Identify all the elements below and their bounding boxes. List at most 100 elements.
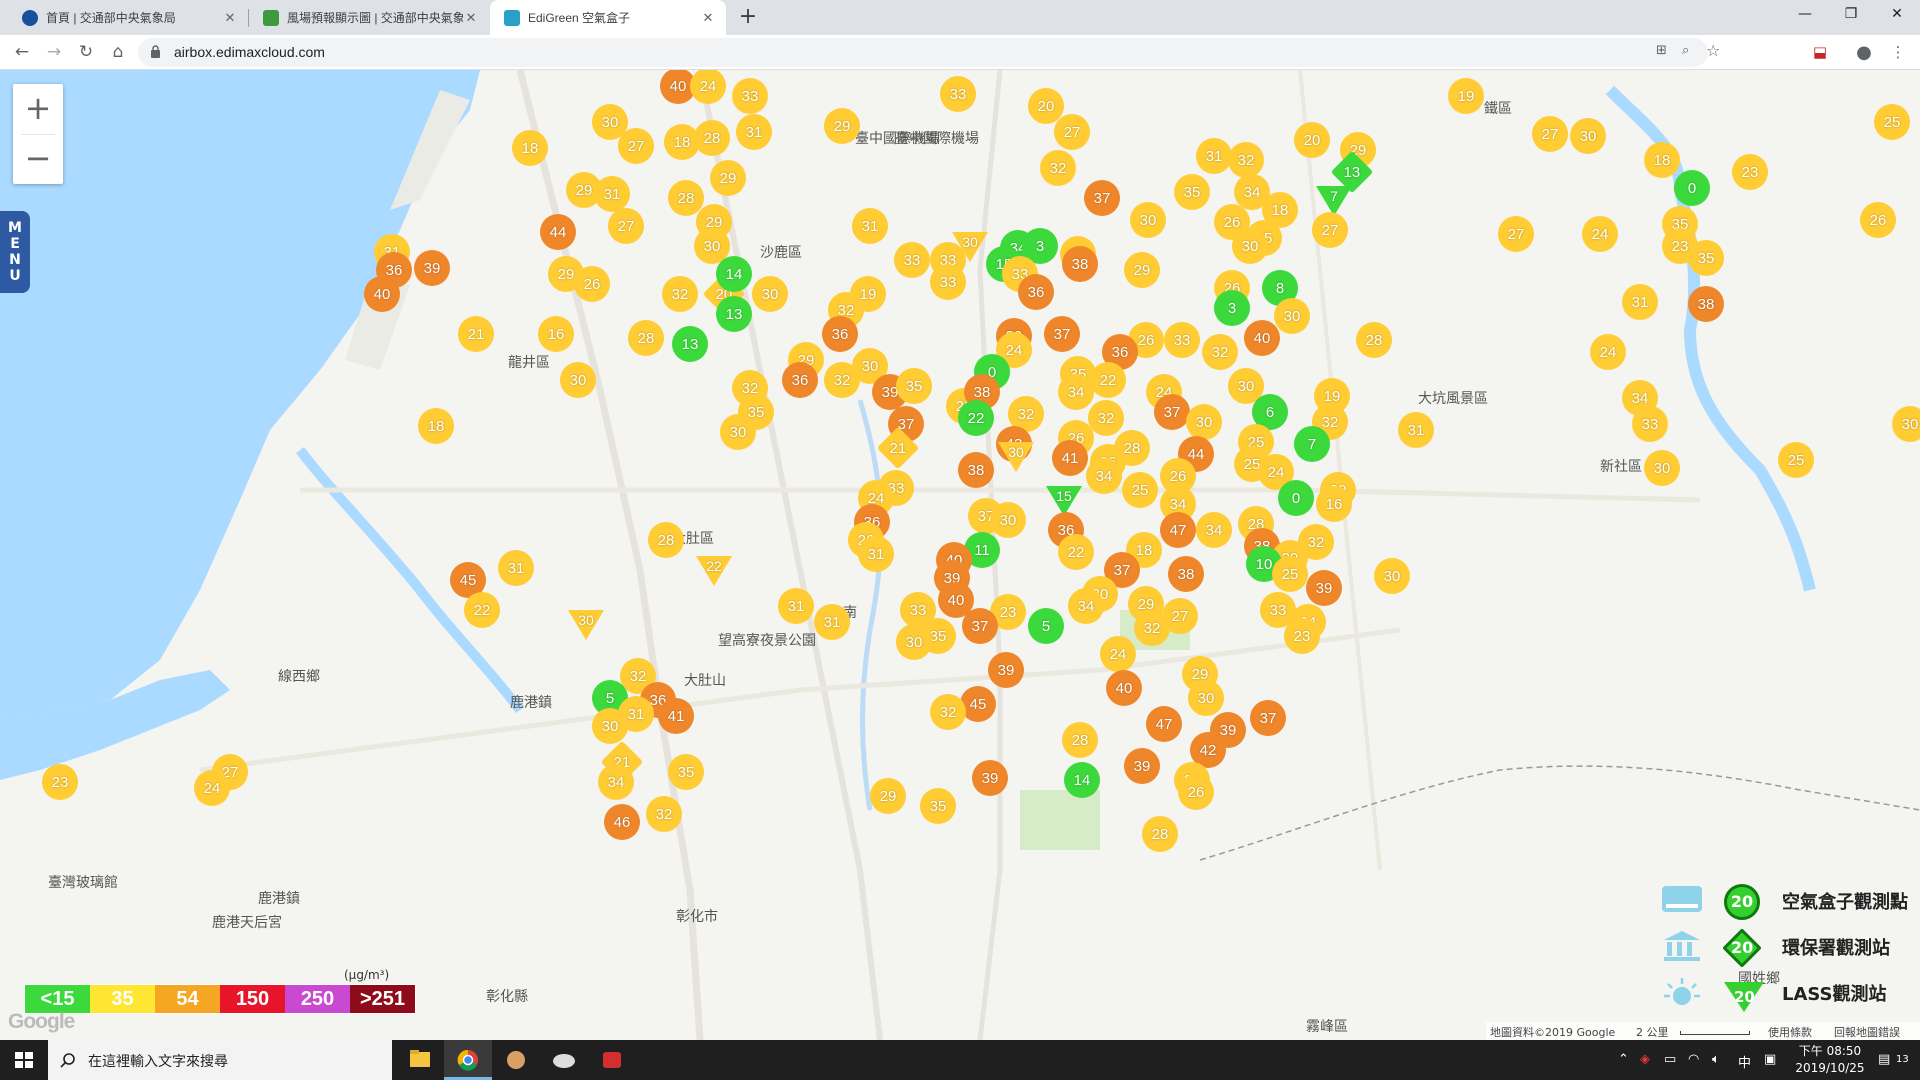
- airbox-station-marker[interactable]: 22: [958, 400, 994, 436]
- window-close-icon[interactable]: ✕: [1874, 0, 1920, 30]
- airbox-station-marker[interactable]: 30: [1374, 558, 1410, 594]
- lass-station-marker[interactable]: 30: [998, 442, 1034, 472]
- airbox-station-marker[interactable]: 34: [1058, 374, 1094, 410]
- airbox-station-marker[interactable]: 37: [1250, 700, 1286, 736]
- airbox-station-marker[interactable]: 27: [1532, 116, 1568, 152]
- airbox-station-marker[interactable]: 16: [1316, 486, 1352, 522]
- profile-icon[interactable]: ●: [1850, 39, 1878, 67]
- reload-icon[interactable]: ↻: [72, 39, 100, 67]
- airbox-station-marker[interactable]: 31: [1398, 412, 1434, 448]
- airbox-station-marker[interactable]: 32: [646, 796, 682, 832]
- airbox-station-marker[interactable]: 27: [608, 208, 644, 244]
- airbox-station-marker[interactable]: 40: [1106, 670, 1142, 706]
- terms-link[interactable]: 使用條款: [1768, 1024, 1812, 1040]
- airbox-station-marker[interactable]: 31: [852, 208, 888, 244]
- airbox-station-marker[interactable]: 29: [870, 778, 906, 814]
- airbox-station-marker[interactable]: 31: [736, 114, 772, 150]
- volume-tray-icon[interactable]: 🔈︎: [1712, 1052, 1720, 1067]
- airbox-station-marker[interactable]: 37: [1084, 180, 1120, 216]
- airbox-station-marker[interactable]: 35: [920, 788, 956, 824]
- airbox-station-marker[interactable]: 32: [1228, 142, 1264, 178]
- cloud-app-icon[interactable]: [540, 1040, 588, 1080]
- airbox-station-marker[interactable]: 30: [1892, 406, 1920, 442]
- new-tab-button[interactable]: +: [734, 3, 762, 31]
- airbox-station-marker[interactable]: 32: [824, 362, 860, 398]
- airbox-station-marker[interactable]: 30: [1644, 450, 1680, 486]
- back-icon[interactable]: ←: [8, 39, 36, 67]
- security-tray-icon[interactable]: ◈: [1640, 1052, 1650, 1067]
- airbox-station-marker[interactable]: 44: [540, 214, 576, 250]
- airbox-station-marker[interactable]: 39: [972, 760, 1008, 796]
- airbox-station-marker[interactable]: 19: [1448, 78, 1484, 114]
- airbox-station-marker[interactable]: 29: [824, 108, 860, 144]
- airbox-station-marker[interactable]: 30: [1274, 298, 1310, 334]
- airbox-station-marker[interactable]: 32: [1134, 610, 1170, 646]
- airbox-station-marker[interactable]: 37: [962, 608, 998, 644]
- airbox-station-marker[interactable]: 30: [720, 414, 756, 450]
- windows-start-icon[interactable]: [0, 1040, 48, 1080]
- airbox-station-marker[interactable]: 0: [1278, 480, 1314, 516]
- zoom-in-button[interactable]: +: [13, 84, 63, 134]
- airbox-station-marker[interactable]: 18: [418, 408, 454, 444]
- airbox-station-marker[interactable]: 31: [814, 604, 850, 640]
- airbox-station-marker[interactable]: 16: [538, 316, 574, 352]
- airbox-station-marker[interactable]: 31: [1622, 284, 1658, 320]
- airbox-station-marker[interactable]: 22: [1058, 534, 1094, 570]
- airbox-station-marker[interactable]: 28: [648, 522, 684, 558]
- airbox-station-marker[interactable]: 31: [778, 588, 814, 624]
- airbox-station-marker[interactable]: 13: [672, 326, 708, 362]
- bookmark-star-icon[interactable]: ☆: [1706, 41, 1720, 60]
- airbox-station-marker[interactable]: 24: [1590, 334, 1626, 370]
- lass-station-marker[interactable]: 30: [568, 610, 604, 640]
- airbox-station-marker[interactable]: 27: [1054, 114, 1090, 150]
- airbox-station-marker[interactable]: 25: [1122, 472, 1158, 508]
- airbox-station-marker[interactable]: 35: [1688, 240, 1724, 276]
- network-tray-icon[interactable]: ◠: [1688, 1052, 1699, 1067]
- airbox-station-marker[interactable]: 27: [1498, 216, 1534, 252]
- airbox-station-marker[interactable]: 38: [1062, 246, 1098, 282]
- notification-center-icon[interactable]: ▤: [1878, 1052, 1890, 1067]
- airbox-station-marker[interactable]: 25: [1778, 442, 1814, 478]
- airbox-station-marker[interactable]: 33: [1164, 322, 1200, 358]
- ime-indicator[interactable]: 中: [1738, 1052, 1751, 1071]
- tab-cwb-home[interactable]: 首頁 | 交通部中央氣象局 ✕: [8, 0, 248, 35]
- air-quality-map[interactable]: 臺中國際機場 沙鹿區 龍井區 大肚區 大肚山南望高寮夜景公園 彰化市 線西鄉 鹿港鎮 鹿港天后宮…: [0, 70, 1920, 1040]
- input-mode-icon[interactable]: ▣: [1764, 1052, 1776, 1067]
- airbox-station-marker[interactable]: 33: [894, 242, 930, 278]
- airbox-station-marker[interactable]: 18: [512, 130, 548, 166]
- airbox-station-marker[interactable]: 47: [1146, 706, 1182, 742]
- airbox-station-marker[interactable]: 34: [1196, 512, 1232, 548]
- airbox-station-marker[interactable]: 3: [1214, 290, 1250, 326]
- airbox-station-marker[interactable]: 41: [1052, 440, 1088, 476]
- airbox-station-marker[interactable]: 21: [458, 316, 494, 352]
- airbox-station-marker[interactable]: 33: [940, 76, 976, 112]
- airbox-station-marker[interactable]: 30: [896, 624, 932, 660]
- airbox-station-marker[interactable]: 28: [694, 120, 730, 156]
- airbox-station-marker[interactable]: 35: [1174, 174, 1210, 210]
- airbox-station-marker[interactable]: 25: [1272, 556, 1308, 592]
- airbox-station-marker[interactable]: 26: [1860, 202, 1896, 238]
- airbox-station-marker[interactable]: 7: [1294, 426, 1330, 462]
- home-icon[interactable]: ⌂: [104, 39, 132, 67]
- airbox-station-marker[interactable]: 23: [42, 764, 78, 800]
- airbox-station-marker[interactable]: 28: [1142, 816, 1178, 852]
- airbox-station-marker[interactable]: 0: [1674, 170, 1710, 206]
- airbox-station-marker[interactable]: 13: [716, 296, 752, 332]
- airbox-station-marker[interactable]: 34: [1068, 588, 1104, 624]
- airbox-station-marker[interactable]: 29: [1124, 252, 1160, 288]
- airbox-station-marker[interactable]: 24: [1582, 216, 1618, 252]
- close-tab-icon[interactable]: ✕: [222, 10, 238, 26]
- airbox-station-marker[interactable]: 46: [604, 804, 640, 840]
- zoom-icon[interactable]: ⌕: [1682, 43, 1689, 58]
- airbox-station-marker[interactable]: 33: [930, 264, 966, 300]
- red-app-icon[interactable]: [588, 1040, 636, 1080]
- airbox-station-marker[interactable]: 35: [668, 754, 704, 790]
- airbox-station-marker[interactable]: 32: [1040, 150, 1076, 186]
- address-bar[interactable]: airbox.edimaxcloud.com ⊞ ⌕ ☆: [138, 38, 1720, 67]
- airbox-station-marker[interactable]: 35: [896, 368, 932, 404]
- airbox-station-marker[interactable]: 28: [1062, 722, 1098, 758]
- airbox-station-marker[interactable]: 34: [598, 764, 634, 800]
- airbox-station-marker[interactable]: 37: [1154, 394, 1190, 430]
- airbox-station-marker[interactable]: 40: [364, 276, 400, 312]
- airbox-station-marker[interactable]: 26: [1178, 774, 1214, 810]
